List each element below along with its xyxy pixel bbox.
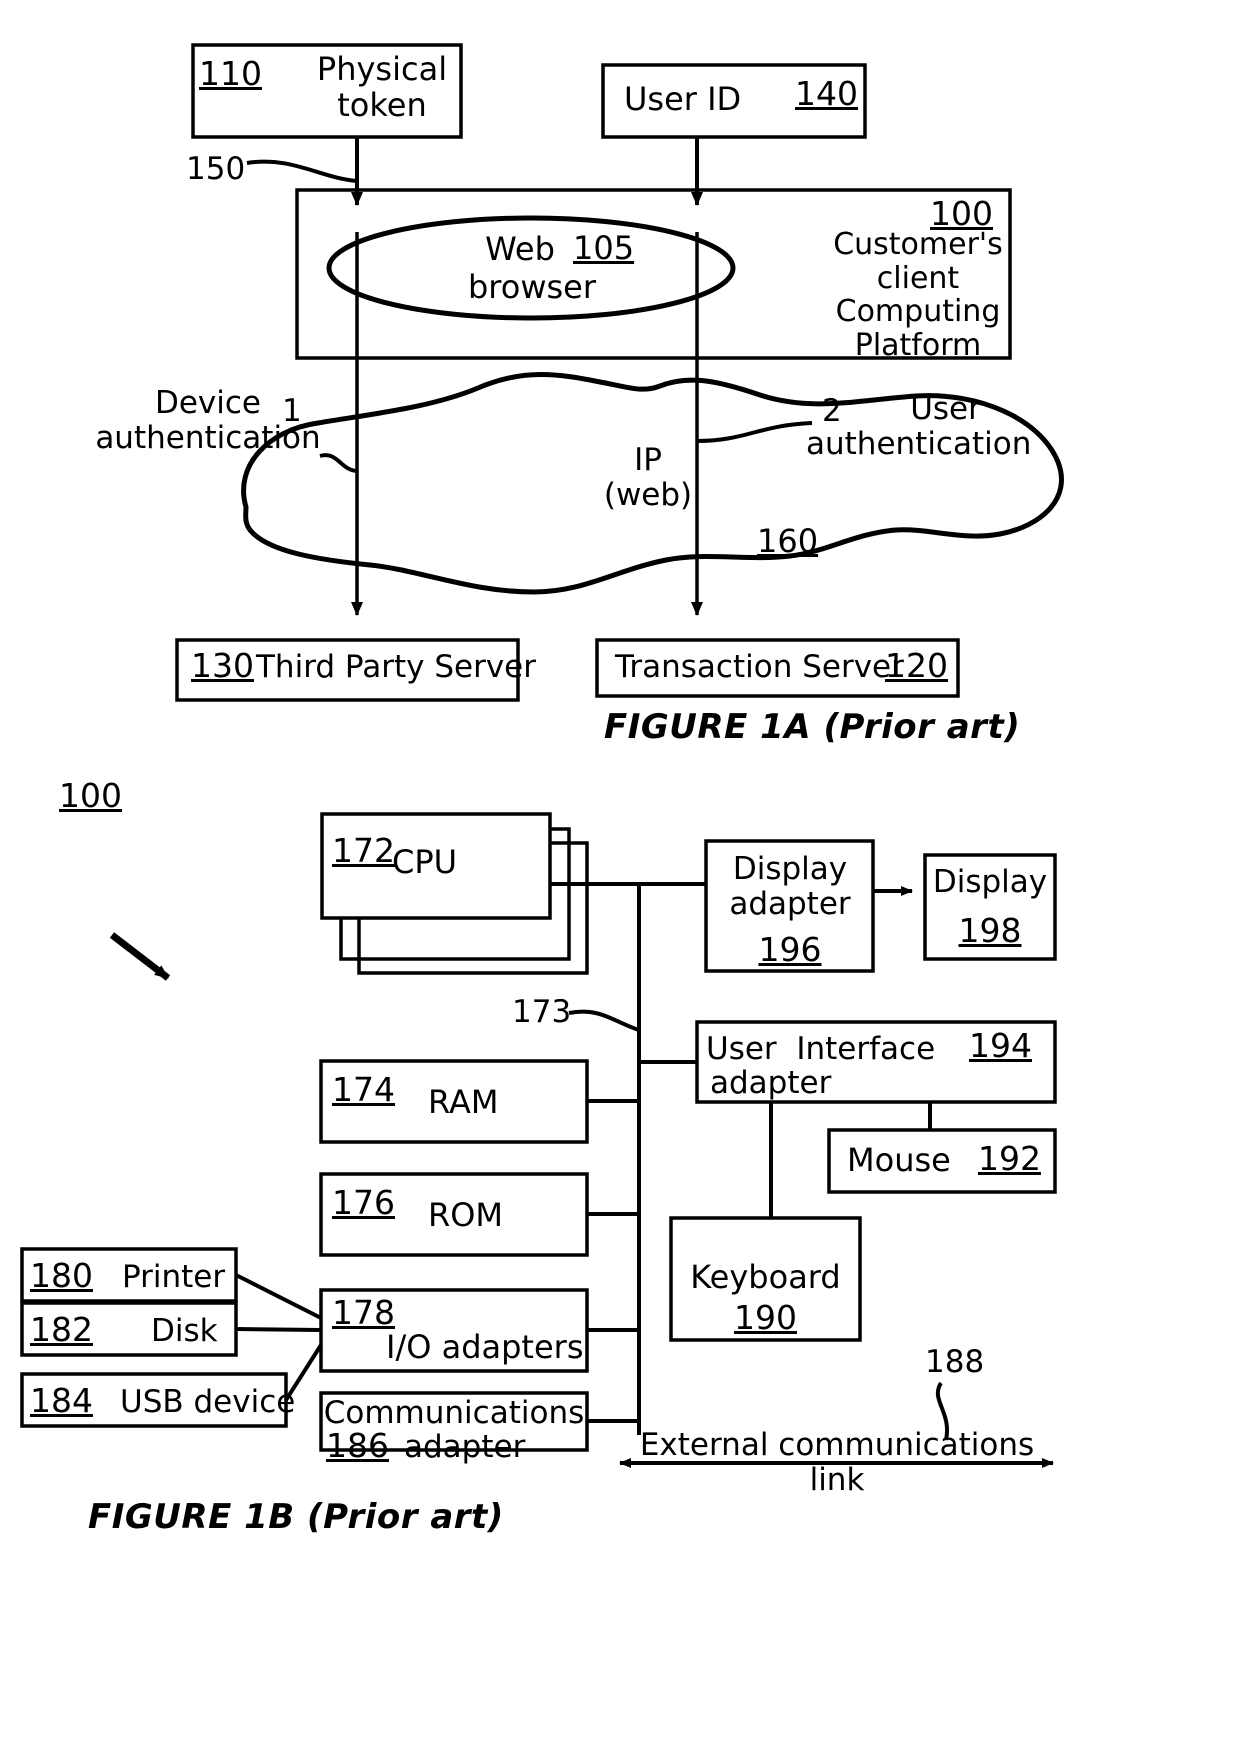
label-display: Display bbox=[932, 864, 1048, 900]
ref-web-browser: 105 bbox=[573, 229, 635, 267]
label-third-party-server: Third Party Server bbox=[256, 649, 536, 685]
ref-cpu: 172 bbox=[332, 831, 395, 870]
caption-figure-1a: FIGURE 1A (Prior art) bbox=[604, 707, 1021, 747]
label-transaction-server: Transaction Server bbox=[615, 649, 904, 685]
ref-external-link-188: 188 bbox=[925, 1344, 985, 1380]
ref-display: 198 bbox=[958, 911, 1022, 950]
ref-user-id: 140 bbox=[795, 74, 858, 113]
ref-rom: 176 bbox=[332, 1183, 395, 1222]
label-ram: RAM bbox=[428, 1083, 499, 1121]
label-external-comms-link: External communications link bbox=[639, 1427, 1035, 1498]
label-user-id: User ID bbox=[624, 80, 742, 118]
ref-io-adapters: 178 bbox=[332, 1293, 395, 1332]
label-rom: ROM bbox=[428, 1196, 504, 1234]
ref-third-party-server: 130 bbox=[191, 646, 254, 685]
label-ui-adapter-line1: User Interface bbox=[706, 1031, 936, 1067]
ref-network-160: 160 bbox=[757, 522, 819, 560]
ref-ui-adapter: 194 bbox=[969, 1026, 1032, 1065]
label-device-authentication: Device authentication bbox=[95, 385, 321, 456]
ref-usb-device: 184 bbox=[30, 1381, 93, 1420]
ref-lead-150: 150 bbox=[186, 151, 246, 187]
label-cpu: CPU bbox=[392, 843, 458, 881]
label-printer: Printer bbox=[122, 1259, 226, 1295]
label-display-adapter: Display adapter bbox=[729, 851, 851, 922]
marker-1: 1 bbox=[282, 393, 302, 429]
label-mouse: Mouse bbox=[847, 1141, 951, 1179]
ref-system-bus-173: 173 bbox=[512, 994, 572, 1030]
label-user-authentication: User authentication bbox=[806, 391, 1032, 462]
label-client-platform: Customer's client Computing Platform bbox=[833, 227, 1003, 363]
ref-disk: 182 bbox=[30, 1310, 93, 1349]
label-disk: Disk bbox=[151, 1313, 218, 1349]
label-ip-web: IP (web) bbox=[603, 442, 693, 513]
label-physical-token: Physical token bbox=[316, 50, 448, 124]
label-ui-adapter-line2: adapter bbox=[710, 1065, 832, 1101]
label-usb-device: USB device bbox=[120, 1384, 296, 1420]
label-web-browser-line1: Web bbox=[485, 230, 555, 268]
label-web-browser-line2: browser bbox=[467, 268, 597, 306]
ref-physical-token: 110 bbox=[199, 54, 262, 93]
ref-keyboard: 190 bbox=[734, 1298, 797, 1337]
label-io-adapters: I/O adapters bbox=[386, 1328, 584, 1366]
ref-transaction-server: 120 bbox=[885, 646, 948, 685]
ref-ram: 174 bbox=[332, 1070, 395, 1109]
system-100-pointer bbox=[109, 932, 171, 981]
ref-mouse: 192 bbox=[978, 1139, 1041, 1178]
label-comms-adapter-line2: adapter bbox=[404, 1429, 526, 1465]
caption-figure-1b: FIGURE 1B (Prior art) bbox=[88, 1497, 504, 1537]
ref-system-100: 100 bbox=[59, 776, 122, 815]
label-keyboard: Keyboard bbox=[690, 1258, 841, 1296]
ref-display-adapter: 196 bbox=[758, 930, 822, 969]
ref-comms-adapter: 186 bbox=[326, 1426, 389, 1465]
ref-printer: 180 bbox=[30, 1256, 93, 1295]
patent-figure-sheet: 110 Physical token User ID 140 100 Custo… bbox=[0, 0, 1240, 1756]
